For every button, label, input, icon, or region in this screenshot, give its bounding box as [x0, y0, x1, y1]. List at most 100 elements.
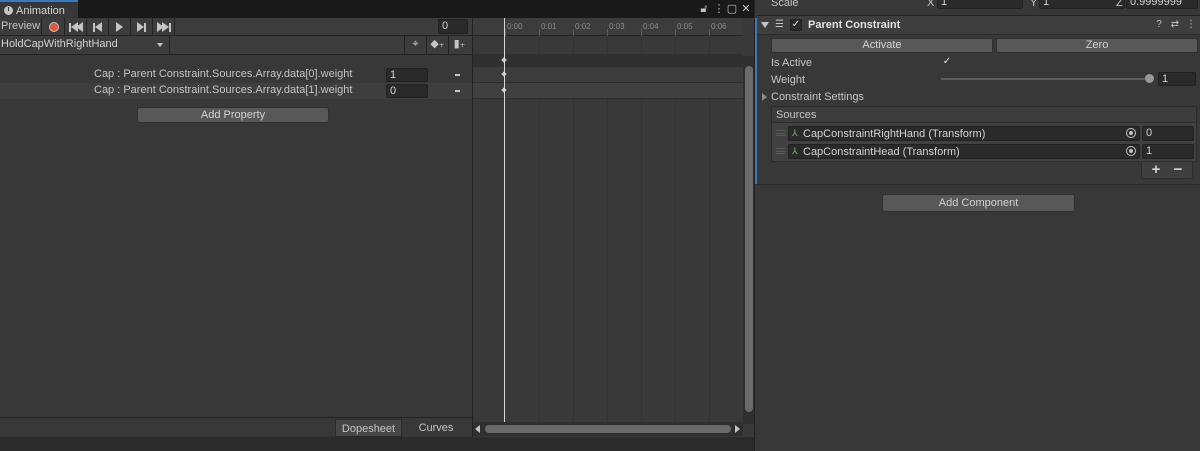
sources-list: Sources ⅄ CapConstraintRightHand (Transf…: [771, 106, 1197, 162]
foldout-arrow-icon[interactable]: [761, 22, 769, 28]
animation-tab-label: Animation: [16, 5, 65, 17]
property-options-icon[interactable]: [455, 74, 460, 76]
add-component-button[interactable]: Add Component: [882, 194, 1075, 212]
property-row[interactable]: Cap : Parent Constraint.Sources.Array.da…: [0, 67, 472, 83]
tab-dopesheet[interactable]: Dopesheet: [335, 419, 402, 437]
record-icon: [48, 22, 59, 32]
last-key-button[interactable]: [153, 18, 175, 36]
animation-toolbar: Preview 0: [0, 18, 472, 36]
property-options-icon[interactable]: [455, 90, 460, 92]
prev-key-icon: [93, 22, 102, 32]
clock-icon: [4, 6, 13, 15]
property-row[interactable]: Cap : Parent Constraint.Sources.Array.da…: [0, 83, 472, 99]
time-ruler[interactable]: 0:00 0:01 0:02 0:03 0:04 0:05 0:06: [473, 18, 743, 36]
property-value-field[interactable]: 0: [386, 84, 428, 98]
playhead[interactable]: [504, 18, 505, 424]
filter-by-selection-button[interactable]: ⌖: [404, 36, 426, 54]
preview-button[interactable]: Preview: [0, 18, 42, 36]
horizontal-scrollbar[interactable]: [473, 422, 743, 436]
transform-icon: ⅄: [792, 128, 798, 138]
ruler-tick: [709, 29, 710, 36]
maximize-icon[interactable]: ▢: [726, 2, 738, 16]
next-key-icon: [137, 22, 146, 32]
prev-key-button[interactable]: [87, 18, 109, 36]
parent-constraint-header[interactable]: ☰ ✓ Parent Constraint ? ⇄ ⋮: [757, 15, 1200, 35]
source-weight-field[interactable]: 1: [1142, 144, 1194, 159]
lock-icon[interactable]: 🔓︎: [698, 2, 710, 16]
object-picker-icon[interactable]: [1126, 128, 1136, 138]
transform-icon: ⅄: [792, 146, 798, 156]
close-icon[interactable]: ✕: [740, 2, 752, 16]
scale-y-field[interactable]: 1: [1039, 0, 1125, 9]
property-label: Cap : Parent Constraint.Sources.Array.da…: [94, 68, 353, 80]
scale-row: Scale X 1 Y 1 Z 0.9999999: [755, 0, 1200, 14]
component-divider: [755, 184, 1200, 185]
first-key-button[interactable]: [65, 18, 87, 36]
add-event-button[interactable]: ▮₊: [448, 36, 470, 54]
add-keyframe-button[interactable]: ◆₊: [426, 36, 448, 54]
source-object-field[interactable]: ⅄ CapConstraintRightHand (Transform): [788, 126, 1140, 141]
list-add-remove: + −: [1141, 161, 1193, 179]
zero-button[interactable]: Zero: [996, 38, 1198, 53]
scale-z-label: Z: [1116, 0, 1123, 9]
preset-icon[interactable]: ⇄: [1169, 19, 1181, 30]
is-active-label: Is Active: [771, 57, 812, 69]
ruler-tick: [539, 29, 540, 36]
scale-y-label: Y: [1030, 0, 1038, 9]
drag-handle-icon[interactable]: [776, 130, 785, 136]
scroll-right-icon[interactable]: [735, 425, 740, 433]
clip-name: HoldCapWithRightHand: [1, 38, 118, 50]
play-icon: [116, 22, 123, 32]
constraint-icon: ☰: [775, 19, 784, 30]
remove-source-button[interactable]: −: [1168, 161, 1188, 178]
scroll-left-icon[interactable]: [475, 425, 480, 433]
first-key-icon: [68, 22, 83, 32]
tab-curves[interactable]: Curves: [403, 419, 469, 437]
constraint-settings-foldout-icon[interactable]: [762, 93, 767, 101]
chevron-down-icon: [157, 43, 163, 47]
object-picker-icon[interactable]: [1126, 146, 1136, 156]
scale-z-field[interactable]: 0.9999999: [1126, 0, 1198, 9]
weight-slider-track[interactable]: [941, 78, 1149, 80]
record-button[interactable]: [43, 18, 65, 36]
help-icon[interactable]: ?: [1153, 19, 1165, 30]
component-selection-accent: [755, 18, 757, 184]
weight-label: Weight: [771, 74, 806, 86]
scale-x-field[interactable]: 1: [937, 0, 1023, 9]
animation-tab[interactable]: Animation: [0, 0, 78, 18]
ruler-label: 0:06: [711, 22, 727, 31]
component-menu-icon[interactable]: ⋮: [1185, 19, 1197, 30]
source-object-field[interactable]: ⅄ CapConstraintHead (Transform): [788, 144, 1140, 159]
drag-handle-icon[interactable]: [776, 148, 785, 154]
source-name: CapConstraintHead (Transform): [803, 146, 960, 158]
add-source-button[interactable]: +: [1146, 161, 1166, 178]
is-active-checkbox[interactable]: ✓: [941, 57, 953, 69]
inspector-panel: Scale X 1 Y 1 Z 0.9999999 ☰ ✓ Parent Con…: [754, 0, 1200, 451]
weight-field[interactable]: 1: [1158, 72, 1196, 86]
dopesheet-timeline[interactable]: 0:00 0:01 0:02 0:03 0:04 0:05 0:06: [472, 18, 755, 438]
property-label: Cap : Parent Constraint.Sources.Array.da…: [94, 84, 353, 96]
vertical-scrollbar-thumb[interactable]: [745, 66, 753, 412]
play-button[interactable]: [109, 18, 131, 36]
frame-field[interactable]: 0: [438, 19, 468, 34]
weight-slider-handle[interactable]: [1145, 74, 1154, 83]
activate-button[interactable]: Activate: [771, 38, 993, 53]
view-mode-tabs: Dopesheet Curves: [0, 417, 472, 437]
source-weight-field[interactable]: 0: [1142, 126, 1194, 141]
component-enabled-checkbox[interactable]: ✓: [790, 19, 802, 31]
scale-label: Scale: [771, 0, 799, 9]
clip-dropdown[interactable]: HoldCapWithRightHand: [0, 36, 170, 54]
crosshair-icon: ⌖: [412, 38, 419, 50]
add-property-button[interactable]: Add Property: [137, 107, 329, 123]
horizontal-scrollbar-thumb[interactable]: [485, 425, 731, 433]
source-row: ⅄ CapConstraintHead (Transform) 1: [772, 143, 1196, 161]
ruler-label: 0:03: [609, 22, 625, 31]
menu-icon[interactable]: ⋮: [713, 2, 725, 16]
ruler-tick: [573, 29, 574, 36]
component-title: Parent Constraint: [808, 19, 901, 31]
sources-header: Sources: [772, 107, 1196, 123]
next-key-button[interactable]: [131, 18, 153, 36]
property-value-field[interactable]: 1: [386, 68, 428, 82]
constraint-settings-foldout[interactable]: Constraint Settings: [771, 91, 864, 103]
ruler-tick: [505, 29, 506, 36]
